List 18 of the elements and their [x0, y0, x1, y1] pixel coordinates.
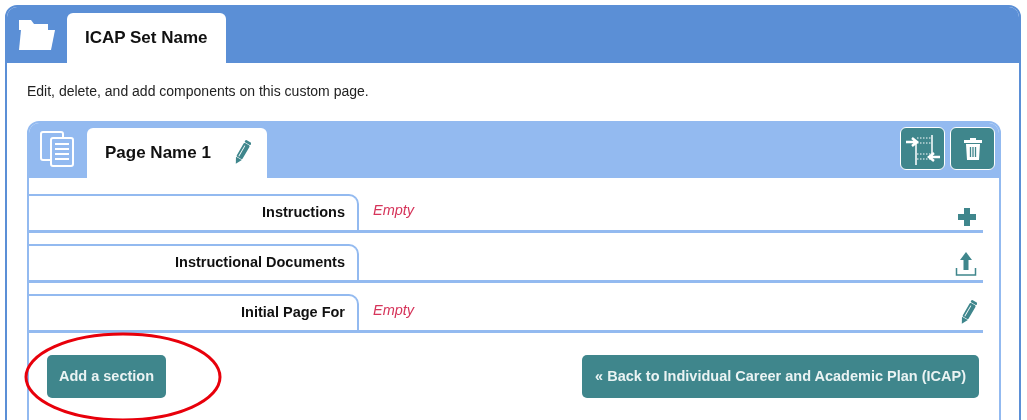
section-label: Instructions [29, 194, 359, 230]
empty-value: Empty [373, 201, 415, 220]
upload-icon[interactable] [955, 251, 977, 277]
documents-icon [39, 130, 77, 168]
plus-icon[interactable] [957, 207, 977, 227]
page-tab-label: Page Name 1 [105, 142, 211, 165]
empty-value: Empty [373, 301, 415, 320]
delete-button[interactable] [950, 127, 995, 170]
back-button[interactable]: « Back to Individual Career and Academic Plan (ICAP) [582, 355, 979, 398]
add-section-button[interactable]: Add a section [47, 355, 167, 398]
section-label: Instructional Documents [29, 244, 359, 280]
reorder-icon [903, 132, 942, 165]
trash-icon [962, 136, 983, 161]
description-text: Edit, delete, and add components on this custom page. [27, 82, 370, 101]
reorder-button[interactable] [900, 127, 945, 170]
set-tab[interactable]: ICAP Set Name [67, 13, 226, 63]
section-label: Initial Page For [29, 294, 359, 330]
page-tab[interactable]: Page Name 1 [87, 128, 267, 178]
